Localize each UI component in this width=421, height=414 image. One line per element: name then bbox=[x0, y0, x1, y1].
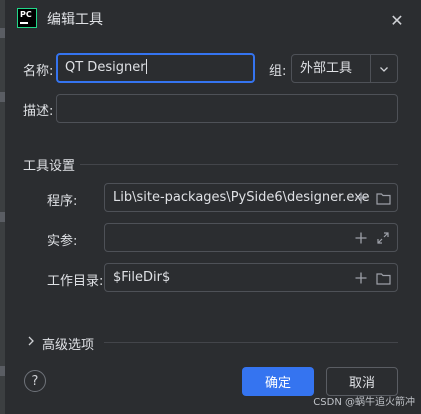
group-combobox[interactable]: 外部工具 bbox=[291, 54, 398, 83]
name-input[interactable]: QT Designer bbox=[56, 53, 255, 83]
tool-settings-title: 工具设置 bbox=[23, 159, 76, 174]
ok-button[interactable]: 确定 bbox=[242, 367, 314, 396]
plus-icon[interactable] bbox=[352, 189, 370, 207]
help-icon: ? bbox=[31, 373, 39, 389]
pycharm-app-icon: PC bbox=[17, 8, 37, 28]
folder-icon[interactable] bbox=[374, 269, 392, 287]
watermark: CSDN @蜗牛追火箭冲 bbox=[313, 397, 415, 408]
description-label: 描述: bbox=[23, 104, 54, 119]
group-label: 组: bbox=[269, 64, 287, 79]
plus-icon[interactable] bbox=[352, 229, 370, 247]
expand-icon[interactable] bbox=[374, 229, 392, 247]
advanced-divider bbox=[104, 342, 398, 343]
dialog-title: 编辑工具 bbox=[47, 12, 103, 28]
arguments-label: 实参: bbox=[47, 234, 78, 249]
chevron-down-icon[interactable] bbox=[370, 55, 397, 82]
chevron-right-icon[interactable] bbox=[22, 332, 40, 350]
description-input[interactable] bbox=[56, 94, 398, 123]
plus-icon[interactable] bbox=[352, 269, 370, 287]
folder-icon[interactable] bbox=[374, 189, 392, 207]
text-caret bbox=[145, 59, 147, 74]
advanced-options-toggle[interactable]: 高级选项 bbox=[42, 334, 94, 353]
background-window-edge bbox=[0, 0, 5, 414]
section-divider bbox=[80, 164, 398, 165]
name-label: 名称: bbox=[23, 64, 54, 79]
dialog-titlebar: PC 编辑工具 ✕ bbox=[0, 0, 421, 38]
close-icon[interactable]: ✕ bbox=[386, 9, 408, 31]
cancel-button[interactable]: 取消 bbox=[326, 367, 398, 396]
help-button[interactable]: ? bbox=[24, 370, 46, 392]
program-label: 程序: bbox=[47, 194, 78, 209]
working-directory-label: 工作目录: bbox=[47, 274, 104, 289]
